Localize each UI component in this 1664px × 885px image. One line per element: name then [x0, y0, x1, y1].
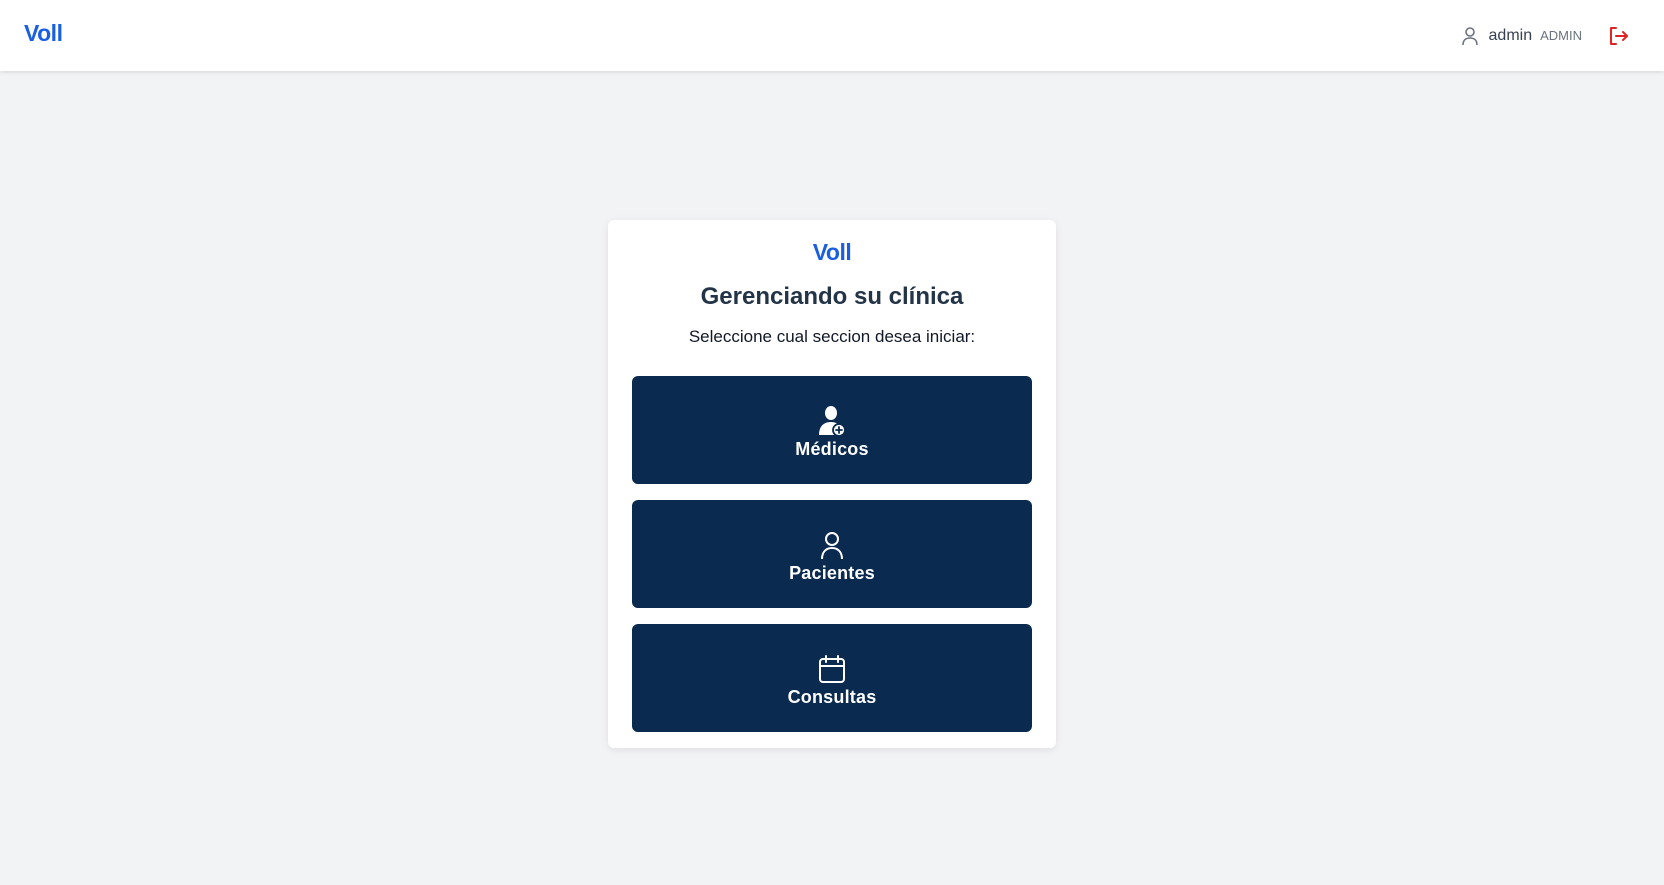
medicos-button[interactable]: Médicos [632, 376, 1032, 484]
user-menu: admin ADMIN [1461, 0, 1664, 71]
page-title: Gerenciando su clínica [700, 283, 964, 310]
user-icon [1461, 26, 1481, 46]
pacientes-label: Pacientes [789, 562, 875, 583]
section-selector-card: Voll Gerenciando su clínica Seleccione c… [608, 220, 1056, 748]
user-role-badge: ADMIN [1540, 28, 1582, 43]
consultas-button[interactable]: Consultas [632, 624, 1032, 732]
logout-icon[interactable] [1608, 25, 1630, 47]
pacientes-button[interactable]: Pacientes [632, 500, 1032, 608]
consultas-label: Consultas [787, 686, 877, 707]
user-icon [817, 529, 847, 561]
medicos-label: Médicos [795, 438, 869, 459]
page-subtitle: Seleccione cual seccion desea iniciar: [688, 327, 976, 346]
brand-logo[interactable]: Voll [24, 20, 63, 47]
doctor-icon [817, 405, 847, 437]
card-logo: Voll [812, 239, 852, 265]
user-name: admin [1488, 26, 1533, 44]
top-navbar: Voll admin ADMIN [0, 0, 1664, 71]
calendar-icon [817, 653, 847, 685]
